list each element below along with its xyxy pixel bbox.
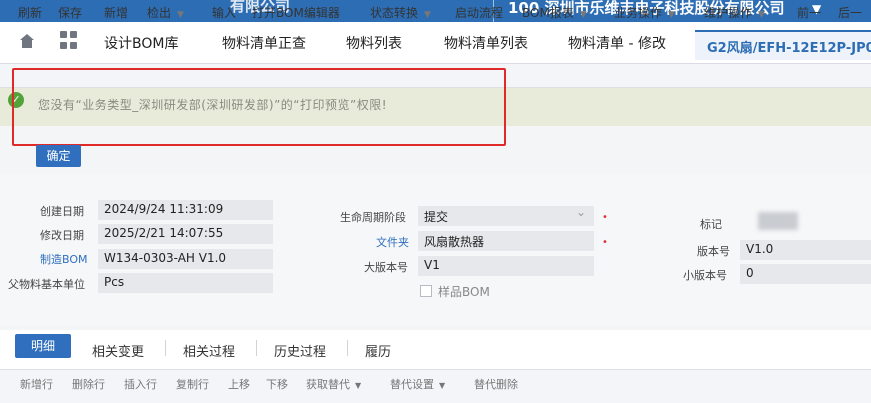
substitute-delete-button[interactable]: 替代删除 — [474, 376, 518, 392]
status-change-button[interactable]: 状态转换 ▼ — [370, 4, 431, 21]
required-marker: • — [602, 237, 608, 248]
highlight-annotation — [12, 68, 506, 146]
confirm-button[interactable]: 确定 — [36, 145, 81, 167]
move-up-button[interactable]: 上移 — [228, 376, 250, 392]
previous-button[interactable]: 前一 — [797, 4, 821, 21]
lifecycle-label: 生命周期阶段 — [340, 211, 406, 224]
tab-related-process[interactable]: 相关过程 — [183, 341, 235, 360]
tab-related-changes[interactable]: 相关变更 — [92, 341, 144, 360]
tab-material-list[interactable]: 物料列表 — [346, 33, 402, 53]
tab-bom-edit[interactable]: 物料清单 - 修改 — [568, 33, 666, 53]
minor-version-label: 小版本号 — [683, 269, 727, 282]
parent-unit-label: 父物料基本单位 — [8, 278, 85, 291]
tab-details[interactable]: 明细 — [15, 334, 71, 358]
sample-bom-label: 样品BOM — [438, 285, 490, 299]
modified-date-label: 修改日期 — [40, 229, 84, 242]
version-field: V1.0 — [740, 240, 871, 260]
required-marker: • — [602, 212, 608, 223]
bom-report-label: BOM报表 — [522, 6, 574, 20]
chevron-down-icon: ▼ — [439, 381, 446, 390]
major-version-label: 大版本号 — [364, 261, 408, 274]
add-row-button[interactable]: 新增行 — [20, 376, 53, 392]
home-icon[interactable] — [18, 32, 36, 50]
copy-row-button[interactable]: 复制行 — [176, 376, 209, 392]
redacted-value — [758, 212, 798, 230]
tab-divider — [256, 340, 257, 356]
insert-row-button[interactable]: 插入行 — [124, 376, 157, 392]
checkout-label: 检出 — [147, 6, 172, 20]
tab-current-item[interactable]: G2风扇/EFH-12E12P-JP0 — [695, 30, 871, 60]
get-substitute-button[interactable]: 获取替代 ▼ — [306, 376, 361, 392]
chevron-down-icon: ▼ — [177, 10, 184, 20]
bom-report-button[interactable]: BOM报表 ▼ — [522, 4, 587, 21]
tab-design-bom[interactable]: 设计BOM库 — [104, 33, 178, 53]
tab-history-process[interactable]: 历史过程 — [274, 341, 326, 360]
status-change-label: 状态转换 — [370, 6, 419, 20]
tab-divider — [347, 340, 348, 356]
start-process-button[interactable]: 启动流程 — [455, 4, 503, 21]
business-ops-label: 业务操作 — [614, 6, 663, 20]
minor-version-field: 0 — [740, 264, 871, 284]
tab-bom-forward-query[interactable]: 物料清单正查 — [222, 33, 306, 53]
created-date-field: 2024/9/24 11:31:09 — [98, 200, 273, 220]
sample-bom-checkbox[interactable] — [420, 285, 432, 297]
folder-field: 风扇散热器 — [418, 231, 594, 251]
open-bom-editor-button[interactable]: 打开BOM编辑器 — [252, 4, 340, 21]
maintenance-ops-button[interactable]: 维护操作 ▼ — [704, 4, 765, 21]
bom-field: W134-0303-AH V1.0 — [98, 249, 273, 269]
tab-bom-list[interactable]: 物料清单列表 — [444, 33, 528, 53]
chevron-down-icon: ▼ — [424, 10, 431, 20]
checkout-button[interactable]: 检出 ▼ — [147, 4, 184, 21]
save-button[interactable]: 保存 — [58, 4, 82, 21]
major-version-field: V1 — [418, 256, 594, 276]
move-down-button[interactable]: 下移 — [266, 376, 288, 392]
chevron-down-icon: ▼ — [579, 10, 587, 20]
delete-row-button[interactable]: 删除行 — [72, 376, 105, 392]
tab-bar: 设计BOM库 物料清单正查 物料列表 物料清单列表 物料清单 - 修改 G2风扇… — [0, 22, 871, 64]
tab-resume[interactable]: 履历 — [365, 341, 391, 360]
maintenance-ops-label: 维护操作 — [704, 6, 753, 20]
modified-date-field: 2025/2/21 14:07:55 — [98, 224, 273, 244]
version-label: 版本号 — [697, 245, 730, 258]
business-ops-button[interactable]: 业务操作 ▼ — [614, 4, 675, 21]
parent-unit-field: Pcs — [98, 273, 273, 293]
lifecycle-select[interactable]: 提交 — [418, 205, 594, 226]
bom-link-label[interactable]: 制造BOM — [40, 251, 88, 267]
next-button[interactable]: 后一 — [838, 4, 862, 21]
substitute-settings-label: 替代设置 — [390, 378, 434, 391]
tag-label: 标记 — [700, 218, 722, 231]
refresh-button[interactable]: 刷新 — [18, 4, 42, 21]
chevron-down-icon: ▼ — [668, 10, 675, 20]
folder-link-label[interactable]: 文件夹 — [376, 234, 409, 250]
new-button[interactable]: 新增 — [104, 4, 128, 21]
created-date-label: 创建日期 — [40, 205, 84, 218]
chevron-down-icon: ▼ — [355, 381, 362, 390]
input-button[interactable]: 输入 — [212, 4, 236, 21]
tab-divider — [165, 340, 166, 356]
apps-grid-icon[interactable] — [60, 31, 78, 49]
chevron-down-icon: ▼ — [758, 10, 765, 20]
get-substitute-label: 获取替代 — [306, 378, 350, 391]
substitute-settings-button[interactable]: 替代设置 ▼ — [390, 376, 445, 392]
